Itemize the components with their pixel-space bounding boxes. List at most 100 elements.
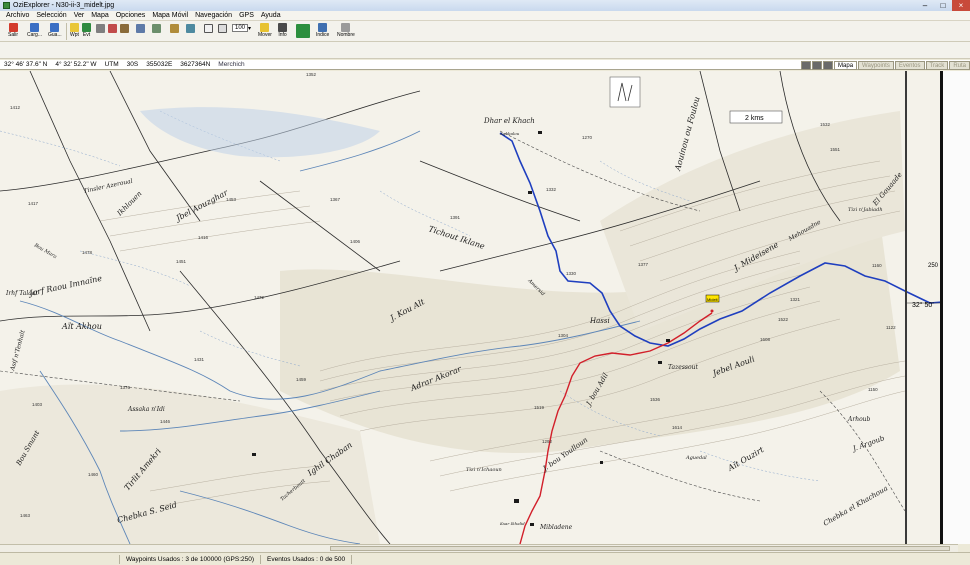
maximize-icon[interactable]: □	[934, 0, 952, 11]
app-icon	[3, 2, 10, 9]
folder-open-icon	[30, 23, 39, 32]
spot-height: 1403	[32, 402, 43, 407]
menu-archivo[interactable]: Archivo	[6, 12, 29, 19]
utm-zone: 30S	[126, 61, 139, 68]
load-button[interactable]: Carg...	[27, 23, 42, 38]
menu-mapa[interactable]: Mapa	[91, 12, 109, 19]
menu-opciones[interactable]: Opciones	[116, 12, 146, 19]
spot-height: 1352	[306, 72, 317, 77]
spot-height: 1472	[254, 295, 265, 300]
layer-toggle-icon[interactable]	[801, 60, 812, 70]
track-tool-icon[interactable]	[96, 24, 105, 33]
place-label: Irhf Talaat	[5, 290, 38, 297]
grid-tool-icon[interactable]	[152, 24, 161, 33]
place-label: Aït Akhou	[61, 322, 102, 331]
layer-tool-icon[interactable]	[186, 24, 195, 33]
spot-height: 1431	[194, 357, 205, 362]
zoom-in-icon[interactable]	[204, 24, 213, 33]
menu-seleccion[interactable]: Selección	[36, 12, 66, 19]
svg-text:Midelt: Midelt	[707, 297, 719, 302]
spot-height: 1522	[778, 317, 789, 322]
menu-ver[interactable]: Ver	[74, 12, 85, 19]
spot-height: 1416	[198, 235, 209, 240]
save-map-icon[interactable]	[812, 60, 823, 70]
place-label: Aghbalou	[499, 131, 520, 136]
map-canvas[interactable]: 32° 50' 250 2 kms Midelt Dhar el Khach A…	[0, 71, 970, 544]
view-tool-icon[interactable]	[136, 24, 145, 33]
info-button[interactable]: Info	[278, 23, 287, 38]
spot-height: 1304	[558, 333, 569, 338]
tab-ruta[interactable]: Ruta	[949, 60, 970, 70]
scrollbar-thumb[interactable]	[330, 546, 950, 551]
spot-height: 1377	[638, 262, 649, 267]
save-button[interactable]: Gua...	[48, 23, 62, 38]
place-label: Mibladene	[539, 524, 573, 531]
spot-height: 1551	[830, 147, 841, 152]
navigation-arrows-icon[interactable]	[296, 24, 310, 38]
tab-mapa[interactable]: Mapa	[834, 60, 858, 70]
route-tool-icon[interactable]	[108, 24, 117, 33]
menu-bar: Archivo Selección Ver Mapa Opciones Mapa…	[0, 11, 970, 21]
tab-waypoints[interactable]: Waypoints	[858, 60, 894, 70]
place-label: Assaka n'Idi	[127, 406, 165, 413]
spot-height: 1536	[650, 397, 661, 402]
menu-gps[interactable]: GPS	[239, 12, 254, 19]
minimize-icon[interactable]: –	[916, 0, 934, 11]
name-tool-icon[interactable]	[170, 24, 179, 33]
spot-height: 1367	[330, 197, 341, 202]
utm-easting: 355032E	[146, 61, 173, 68]
menu-ayuda[interactable]: Ayuda	[261, 12, 281, 19]
spot-height: 1391	[450, 215, 461, 220]
zoom-select[interactable]: 100 ▾	[232, 24, 251, 32]
status-empty-cell	[0, 554, 120, 564]
tab-eventos[interactable]: Eventos	[894, 60, 925, 70]
north-arrow-icon	[609, 76, 641, 108]
spot-height: 1406	[350, 239, 361, 244]
print-map-icon[interactable]	[823, 60, 834, 70]
exit-button[interactable]: Salir	[8, 23, 18, 38]
place-label: Tizi n'Ichaoun	[466, 467, 502, 473]
status-bar: Waypoints Usados : 3 de 100000 (GPS:250)…	[0, 552, 970, 565]
place-label: Ksar Ikhalid	[499, 521, 525, 526]
events-used-status: Eventos Usados : 0 de 500	[261, 554, 353, 564]
spot-height: 1321	[790, 297, 801, 302]
spot-height: 1614	[672, 425, 683, 430]
index-icon	[318, 23, 328, 32]
spot-height: 1417	[28, 201, 39, 206]
topographic-map[interactable]: 32° 50' 250 2 kms Midelt Dhar el Khach A…	[0, 71, 970, 544]
tab-track[interactable]: Track	[925, 60, 949, 70]
menu-navegacion[interactable]: Navegación	[195, 12, 232, 19]
waypoint-button[interactable]: Wpt	[70, 23, 79, 38]
menu-mapa-movil[interactable]: Mapa Móvil	[152, 12, 188, 19]
spot-height: 1478	[82, 250, 93, 255]
place-label: Tizi n'Jabiadh	[848, 207, 883, 213]
close-icon[interactable]: ×	[952, 0, 970, 11]
spot-height: 1330	[566, 271, 577, 276]
name-button[interactable]: Nombre	[337, 23, 355, 38]
index-button[interactable]: Indice	[316, 23, 329, 38]
latitude-readout: 32° 46' 37.6" N	[4, 61, 48, 68]
waypoint-icon	[70, 23, 79, 32]
svg-text:2 kms: 2 kms	[745, 115, 764, 122]
spot-height: 1160	[872, 263, 882, 268]
title-bar: OziExplorer - N30-ii-3_midelt.jpg – □ ×	[0, 0, 970, 11]
move-button[interactable]: Mover	[258, 23, 272, 38]
horizontal-scrollbar[interactable]	[0, 544, 958, 552]
spot-height: 1446	[160, 419, 171, 424]
spot-height: 1122	[886, 325, 896, 330]
spot-height: 1270	[582, 135, 593, 140]
spot-height: 1412	[10, 105, 21, 110]
spot-height: 1532	[820, 122, 831, 127]
zoom-out-icon[interactable]	[218, 24, 227, 33]
window-title: OziExplorer - N30-ii-3_midelt.jpg	[13, 2, 115, 9]
spot-height: 1460	[88, 472, 99, 477]
datum-label: Merchich	[218, 61, 245, 68]
main-toolbar: Salir Carg... Gua... Wpt Evt 100 ▾ Mover…	[0, 21, 970, 42]
scale-bar: 2 kms	[729, 110, 783, 124]
waypoints-used-status: Waypoints Usados : 3 de 100000 (GPS:250)	[120, 554, 262, 564]
spot-height: 1608	[760, 337, 771, 342]
spot-height: 1453	[226, 197, 237, 202]
spot-height: 1463	[20, 513, 31, 518]
event-button[interactable]: Evt	[82, 23, 91, 38]
measure-tool-icon[interactable]	[120, 24, 129, 33]
